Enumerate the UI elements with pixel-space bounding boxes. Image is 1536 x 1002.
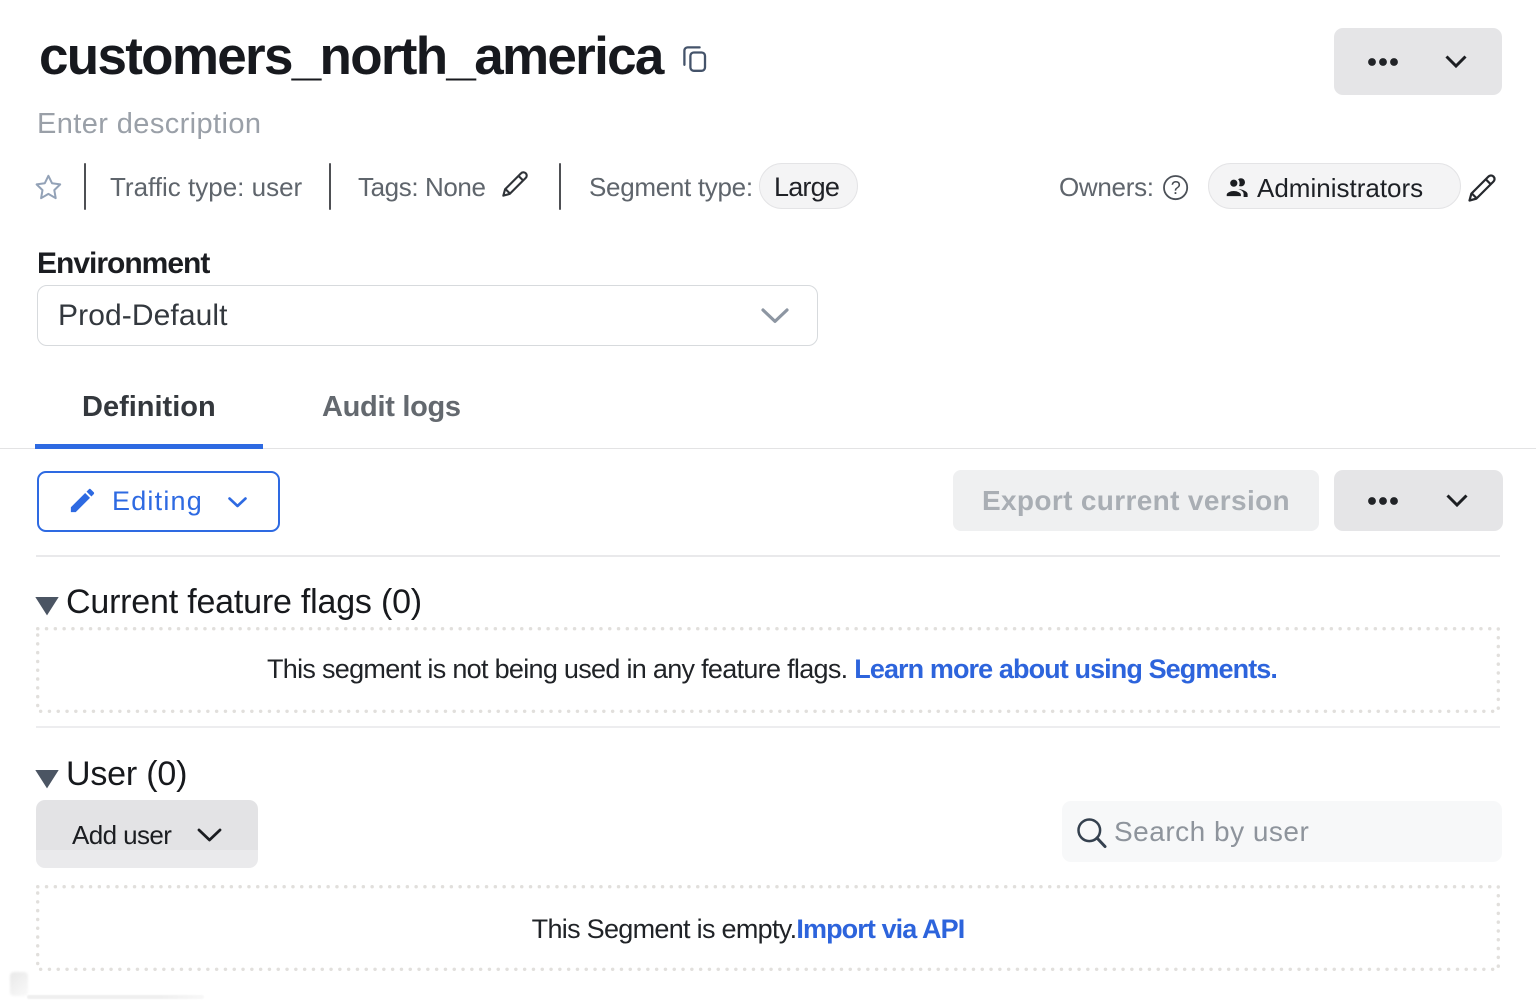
svg-text:?: ? xyxy=(1171,178,1181,198)
